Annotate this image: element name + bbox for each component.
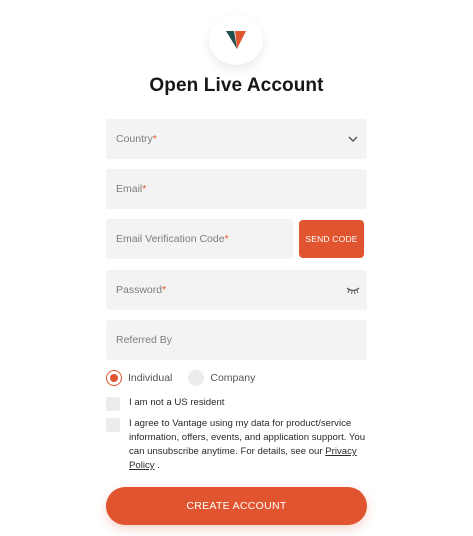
send-code-button[interactable]: SEND CODE xyxy=(299,220,364,258)
agreement-suffix: . xyxy=(154,460,160,471)
required-mark: * xyxy=(224,233,229,245)
agreement-checkbox[interactable] xyxy=(106,418,120,432)
referred-by-placeholder: Referred By xyxy=(116,334,173,346)
not-us-resident-label: I am not a US resident xyxy=(129,397,225,408)
email-placeholder: Email xyxy=(116,183,143,195)
verification-code-field[interactable]: Email Verification Code* xyxy=(106,219,293,259)
country-select[interactable]: Country* xyxy=(106,119,367,159)
required-mark: * xyxy=(152,133,157,145)
password-placeholder: Password xyxy=(116,284,163,296)
required-mark: * xyxy=(162,284,167,296)
required-mark: * xyxy=(142,183,147,195)
verification-code-placeholder: Email Verification Code xyxy=(116,233,225,245)
radio-individual-label[interactable]: Individual xyxy=(128,372,172,384)
logo xyxy=(209,15,263,65)
page-title: Open Live Account xyxy=(149,75,324,96)
password-field[interactable]: Password* xyxy=(106,270,367,310)
create-account-button[interactable]: CREATE ACCOUNT xyxy=(106,487,367,525)
radio-company[interactable] xyxy=(188,370,205,386)
us-resident-check-row: I am not a US resident xyxy=(106,396,369,411)
chevron-down-icon xyxy=(348,136,358,142)
radio-company-label[interactable]: Company xyxy=(210,372,255,384)
agreement-check-row: I agree to Vantage using my data for pro… xyxy=(106,417,369,473)
email-field[interactable]: Email* xyxy=(106,169,367,209)
vantage-logo-icon xyxy=(226,31,246,49)
radio-individual[interactable] xyxy=(106,370,122,386)
account-type-group: Individual Company xyxy=(106,370,271,386)
referred-by-field[interactable]: Referred By xyxy=(106,320,367,360)
eye-closed-icon[interactable] xyxy=(346,285,360,295)
country-placeholder: Country xyxy=(116,133,153,145)
agreement-text: I agree to Vantage using my data for pro… xyxy=(129,417,369,473)
not-us-resident-checkbox[interactable] xyxy=(106,397,120,411)
